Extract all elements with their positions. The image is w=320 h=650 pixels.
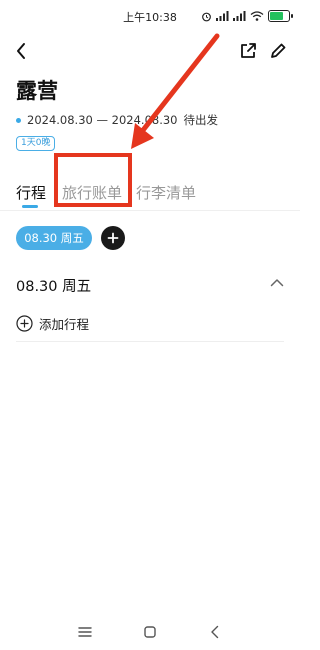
cell-signal-icon	[216, 11, 229, 21]
collapse-button[interactable]	[268, 274, 286, 292]
day-chip-0830[interactable]: 08.30 周五	[16, 226, 92, 250]
tab-itinerary[interactable]: 行程	[16, 182, 46, 203]
battery-level	[270, 12, 283, 20]
nav-menu-button[interactable]	[75, 622, 95, 642]
wifi-icon	[250, 11, 264, 21]
menu-icon	[78, 627, 92, 637]
trip-dates-row: 2024.08.30 — 2024.08.30 待出发	[16, 112, 218, 128]
status-bar: 上午10:38	[0, 0, 300, 34]
chevron-up-icon	[270, 279, 284, 287]
nav-home-button[interactable]	[140, 622, 160, 642]
highlight-box	[54, 153, 132, 207]
tabs-divider	[0, 210, 300, 211]
plus-icon	[107, 232, 119, 244]
chevron-left-icon	[17, 43, 25, 59]
tab-indicator	[22, 205, 38, 208]
home-icon	[144, 626, 156, 638]
alarm-icon	[202, 12, 211, 21]
battery-icon	[268, 10, 293, 22]
plus-circle-icon	[16, 315, 33, 332]
add-day-button[interactable]	[101, 226, 125, 250]
tab-packing-list[interactable]: 行李清单	[136, 182, 196, 203]
tab-bar: 行程 旅行账单 行李清单	[0, 178, 300, 208]
trip-status: 待出发	[183, 113, 219, 127]
duration-badge: 1天0晚	[16, 136, 56, 151]
share-icon	[241, 43, 256, 58]
pencil-icon	[271, 43, 286, 58]
system-nav-bar	[0, 614, 300, 650]
status-icons	[201, 10, 293, 22]
back-button[interactable]	[10, 39, 34, 63]
day-header: 08.30 周五	[16, 279, 92, 295]
share-button[interactable]	[236, 39, 260, 63]
nav-back-button[interactable]	[205, 622, 225, 642]
section-divider	[16, 341, 284, 342]
status-dot	[16, 117, 21, 123]
edit-button[interactable]	[266, 39, 290, 63]
cell-signal-icon	[233, 11, 246, 21]
top-nav	[0, 34, 300, 68]
trip-title: 露营	[16, 79, 58, 103]
add-itinerary-button[interactable]: 添加行程	[16, 314, 89, 333]
trip-dates: 2024.08.30 — 2024.08.30	[27, 113, 178, 127]
back-icon	[211, 625, 219, 639]
add-itinerary-label: 添加行程	[39, 317, 90, 332]
